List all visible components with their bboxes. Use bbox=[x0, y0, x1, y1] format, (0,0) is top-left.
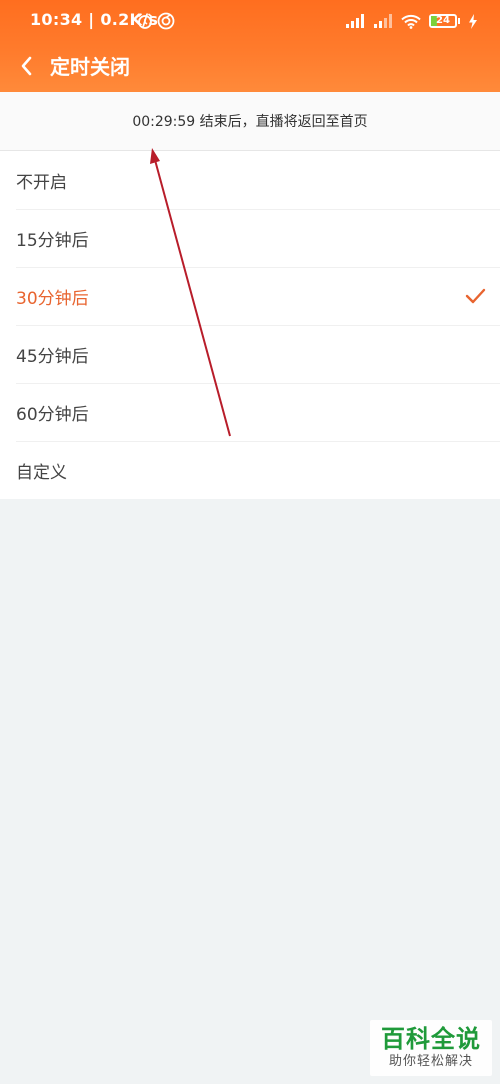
option-label: 不开启 bbox=[16, 172, 67, 193]
watermark-title: 百科全说 bbox=[381, 1025, 481, 1053]
option-custom[interactable]: 自定义 bbox=[0, 441, 500, 499]
timer-notice-text: 00:29:59 结束后，直播将返回至首页 bbox=[132, 114, 368, 130]
charging-icon bbox=[468, 13, 478, 29]
battery-percent: 24 bbox=[436, 15, 450, 26]
nav-bar: 定时关闭 bbox=[0, 44, 500, 92]
alarm-icon bbox=[136, 12, 154, 30]
chevron-left-icon bbox=[21, 56, 32, 76]
watermark-subtitle: 助你轻松解决 bbox=[388, 1054, 473, 1069]
page-title: 定时关闭 bbox=[50, 55, 130, 79]
option-15-min[interactable]: 15分钟后 bbox=[0, 209, 500, 267]
status-bar: 10:34 | 0.2K/s 24 bbox=[0, 0, 500, 44]
timer-options-list: 不开启 15分钟后 30分钟后 45分钟后 60分钟后 自定义 bbox=[0, 151, 500, 499]
signal-icon bbox=[373, 14, 393, 28]
signal-icon bbox=[345, 14, 365, 28]
option-label: 自定义 bbox=[16, 462, 67, 483]
watermark: 百科全说 助你轻松解决 bbox=[370, 1020, 492, 1076]
option-45-min[interactable]: 45分钟后 bbox=[0, 325, 500, 383]
battery-icon: 24 bbox=[429, 14, 460, 28]
wifi-icon bbox=[401, 14, 421, 29]
app-header: 10:34 | 0.2K/s 24 定时关闭 bbox=[0, 0, 500, 92]
option-30-min[interactable]: 30分钟后 bbox=[0, 267, 500, 325]
option-60-min[interactable]: 60分钟后 bbox=[0, 383, 500, 441]
option-off[interactable]: 不开启 bbox=[0, 151, 500, 209]
option-label: 60分钟后 bbox=[16, 404, 89, 425]
back-button[interactable] bbox=[14, 52, 42, 80]
option-label: 45分钟后 bbox=[16, 346, 89, 367]
timer-notice: 00:29:59 结束后，直播将返回至首页 bbox=[0, 92, 500, 151]
option-label: 30分钟后 bbox=[16, 288, 89, 309]
option-label: 15分钟后 bbox=[16, 230, 89, 251]
checkmark-icon bbox=[465, 288, 486, 304]
app-notification-icon bbox=[157, 12, 175, 30]
